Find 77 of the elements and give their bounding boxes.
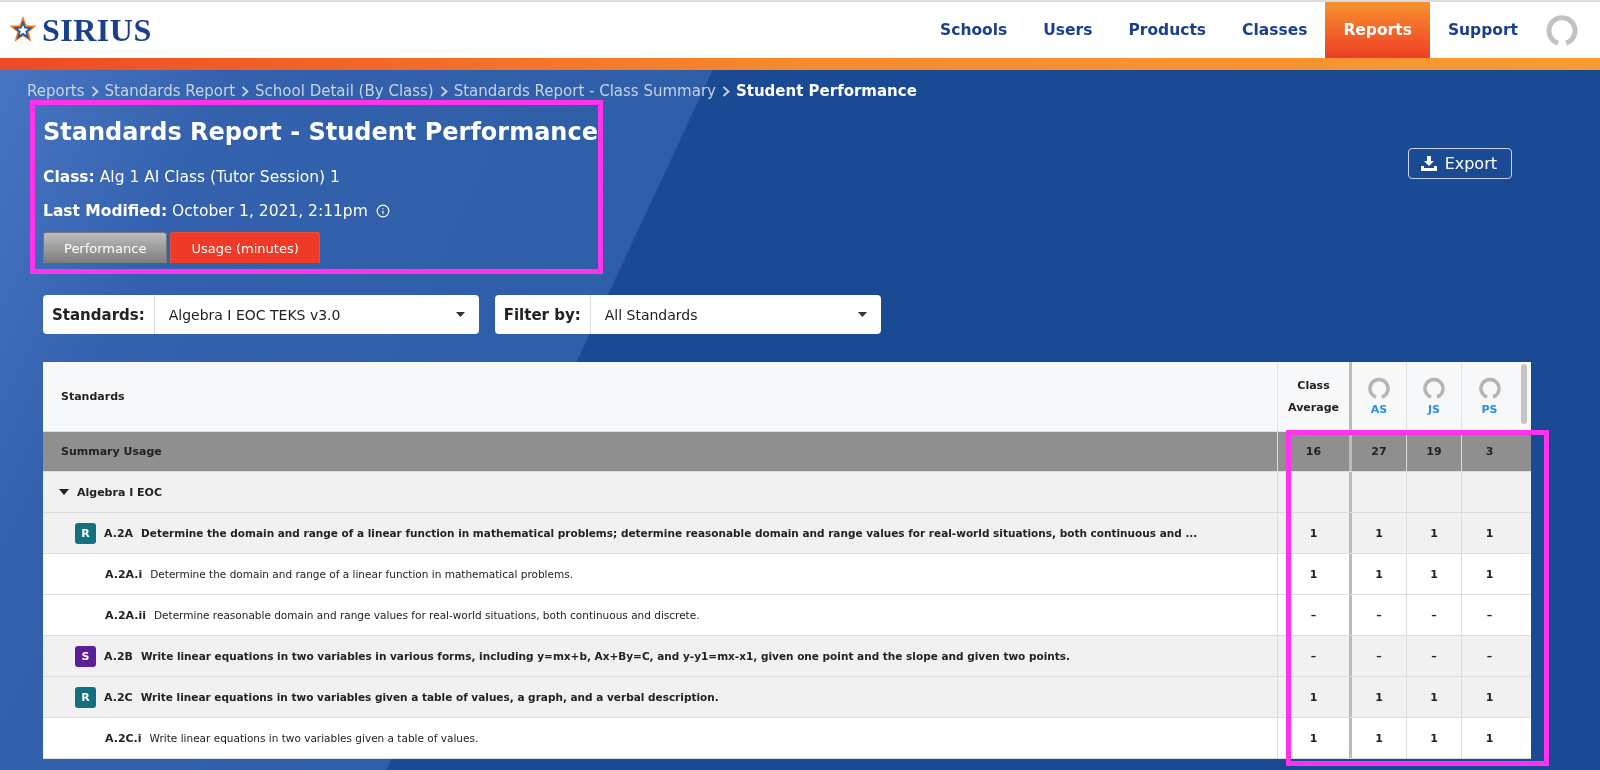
nav-link[interactable]: Reports [1325, 2, 1430, 58]
table-cell: 1 [1461, 718, 1517, 758]
tab[interactable]: Performance [43, 232, 168, 263]
table-cell: 1 [1349, 718, 1406, 758]
table-cell: 1 [1277, 554, 1349, 594]
nav-link[interactable]: Classes [1224, 2, 1326, 58]
table-cell: – [1461, 595, 1517, 635]
standard-code: A.2C [104, 690, 133, 704]
chevron-icon [439, 85, 448, 97]
nav-link[interactable]: Schools [922, 2, 1026, 58]
download-icon [1420, 156, 1437, 171]
standard-description: Write linear equations in two variables given a table of values. [149, 732, 479, 744]
breadcrumb-link[interactable]: Reports [27, 82, 85, 100]
class-info: Class: Alg 1 AI Class (Tutor Session) 1 [43, 168, 340, 186]
page-title: Standards Report - Student Performance [43, 118, 598, 146]
breadcrumb-link[interactable]: School Detail (By Class) [255, 82, 434, 100]
standard-code: A.2A.i [105, 567, 143, 581]
table-cell: – [1277, 595, 1349, 635]
nav-link[interactable]: Support [1429, 2, 1536, 58]
table-cell: 1 [1461, 677, 1517, 717]
standard-badge: R [75, 686, 96, 708]
standard-badge: R [75, 522, 96, 544]
chevron-icon [721, 85, 730, 97]
standard-badge: S [75, 645, 96, 667]
info-icon[interactable] [375, 204, 390, 218]
table-cell: 1 [1461, 513, 1517, 553]
table-cell: – [1277, 636, 1349, 676]
summary-label: Summary Usage [61, 445, 162, 458]
table-cell: 1 [1277, 677, 1349, 717]
table-cell: 1 [1406, 718, 1461, 758]
group-label: Algebra I EOC [77, 485, 163, 499]
breadcrumb-link[interactable]: Standards Report [104, 82, 236, 100]
column-header: Standards [61, 390, 125, 403]
avatar-icon [1368, 377, 1390, 399]
nav-link[interactable]: Products [1110, 2, 1225, 58]
table-cell: 1 [1406, 677, 1461, 717]
export-button[interactable]: Export [1407, 148, 1512, 179]
table-cell: 1 [1461, 554, 1517, 594]
caret-icon [857, 312, 867, 317]
student-link[interactable]: JS [1428, 403, 1440, 416]
standard-description: Determine the domain and range of a linear function in mathematical problems; determine reasonable domain and range values for real-world situations, both continuous and ... [141, 527, 1198, 539]
chevron-icon [90, 85, 99, 97]
nav-link[interactable]: Users [1025, 2, 1111, 58]
standard-code: A.2A [104, 526, 134, 540]
standard-code: A.2C.i [105, 731, 142, 745]
column-header: Class Average [1287, 377, 1340, 416]
table-cell: – [1406, 636, 1461, 676]
dropdown[interactable]: Filter by: All Standards [494, 295, 881, 334]
table-cell: 1 [1277, 718, 1349, 758]
table-cell: 1 [1406, 554, 1461, 594]
standard-description: Write linear equations in two variables in various forms, including y=mx+b, Ax+By=C, and y-y1=mx-x1, given one point and the slope and given two points. [140, 650, 1071, 662]
logo-text: SIRIUS [42, 11, 152, 49]
dropdown[interactable]: Standards: Algebra I EOC TEKS v3.0 [43, 295, 479, 334]
standard-description: Write linear equations in two variables given a table of values, a graph, and a verbal description. [140, 691, 719, 703]
table-cell: 1 [1406, 513, 1461, 553]
caret-icon [455, 312, 465, 317]
avatar-icon [1478, 377, 1501, 399]
avatar-icon [1423, 377, 1445, 399]
standard-code: A.2A.ii [105, 608, 146, 622]
student-link[interactable]: AS [1370, 403, 1388, 416]
chevron-icon [241, 85, 250, 97]
student-link[interactable]: PS [1481, 403, 1498, 416]
tab[interactable]: Usage (minutes) [170, 232, 320, 263]
table-cell: 1 [1277, 513, 1349, 553]
scrollbar[interactable] [1521, 364, 1527, 424]
table-cell: 16 [1277, 432, 1349, 471]
table-cell: – [1406, 595, 1461, 635]
table-cell: – [1461, 636, 1517, 676]
table-cell: 3 [1461, 432, 1517, 471]
breadcrumb-link[interactable]: Student Performance [735, 82, 917, 100]
breadcrumb-link[interactable]: Standards Report - Class Summary [453, 82, 716, 100]
standard-description: Determine reasonable domain and range values for real-world situations, both continuous and discrete. [154, 609, 700, 621]
standard-code: A.2B [104, 649, 133, 663]
last-modified: Last Modified: October 1, 2021, 2:11pm [43, 202, 368, 220]
caret-down-icon[interactable] [59, 487, 69, 497]
standard-description: Determine the domain and range of a linear function in mathematical problems. [150, 568, 573, 580]
table-cell: 19 [1406, 432, 1461, 471]
